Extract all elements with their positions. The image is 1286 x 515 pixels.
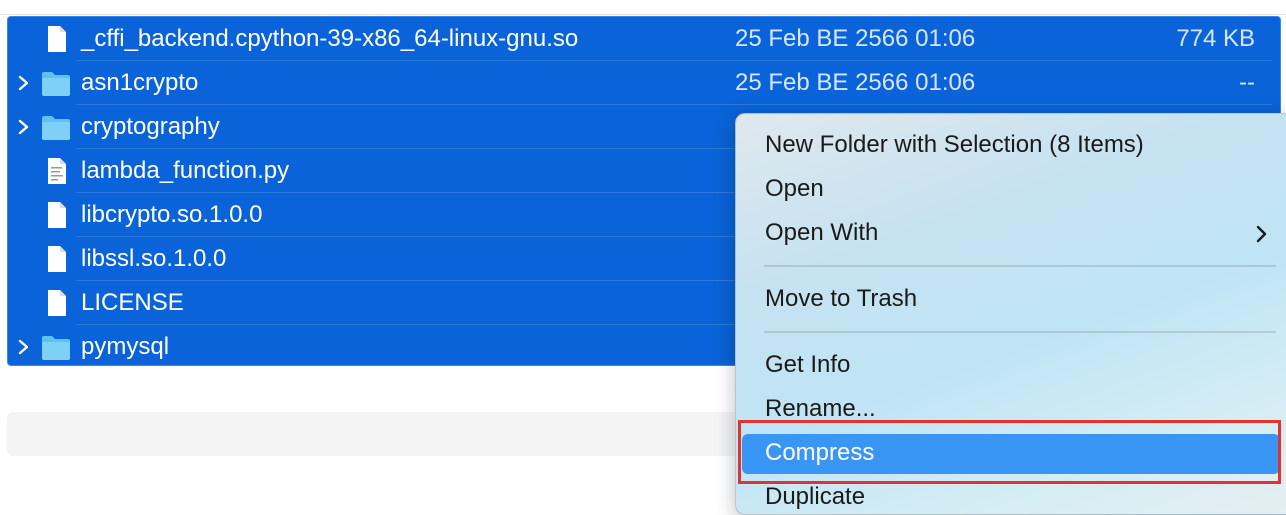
top-strip: [0, 0, 1286, 15]
disclosure-arrow-icon[interactable]: [16, 71, 32, 95]
folder-icon: [42, 72, 70, 96]
document-icon: [48, 290, 66, 316]
folder-name: asn1crypto: [81, 69, 199, 96]
folder-name: cryptography: [81, 113, 220, 140]
date-modified: 25 Feb BE 2566 01:06: [735, 25, 976, 52]
document-icon: [48, 202, 66, 228]
menu-item-label: Get Info: [765, 351, 851, 378]
file-name: libssl.so.1.0.0: [81, 245, 227, 272]
path-bar: [7, 412, 767, 456]
date-modified: 25 Feb BE 2566 01:06: [735, 69, 976, 96]
document-icon: [48, 26, 66, 52]
folder-row-asn1crypto[interactable]: asn1crypto 25 Feb BE 2566 01:06 --: [8, 61, 1280, 105]
file-name: lambda_function.py: [81, 157, 290, 184]
file-name: _cffi_backend.cpython-39-x86_64-linux-gn…: [81, 25, 579, 52]
menu-item-open[interactable]: Open: [742, 170, 1280, 210]
file-row-cffi-backend[interactable]: _cffi_backend.cpython-39-x86_64-linux-gn…: [8, 17, 1280, 61]
menu-item-move-to-trash[interactable]: Move to Trash: [742, 280, 1280, 320]
menu-separator: [764, 265, 1276, 267]
file-size: 774 KB: [1176, 25, 1255, 52]
menu-item-label: Duplicate: [765, 483, 866, 510]
menu-item-get-info[interactable]: Get Info: [742, 346, 1280, 386]
chevron-right-icon: [1256, 225, 1267, 243]
menu-item-label: Open: [765, 175, 824, 202]
file-name: libcrypto.so.1.0.0: [81, 201, 263, 228]
menu-item-label: Open With: [765, 219, 879, 246]
document-icon: [48, 246, 66, 272]
folder-name: pymysql: [81, 333, 170, 360]
disclosure-arrow-icon[interactable]: [16, 335, 32, 359]
folder-icon: [42, 116, 70, 140]
file-size: --: [1239, 69, 1255, 96]
file-name: LICENSE: [81, 289, 184, 316]
disclosure-arrow-icon[interactable]: [16, 115, 32, 139]
menu-item-label: Move to Trash: [765, 285, 918, 312]
python-script-icon: [48, 158, 66, 184]
folder-icon: [42, 336, 70, 360]
menu-item-open-with[interactable]: Open With: [742, 214, 1280, 254]
annotation-highlight-box: [738, 420, 1281, 484]
menu-separator: [764, 331, 1276, 333]
menu-item-new-folder-with-selection[interactable]: New Folder with Selection (8 Items): [742, 126, 1280, 166]
menu-item-label: New Folder with Selection (8 Items): [765, 131, 1144, 158]
menu-item-label: Rename...: [765, 395, 876, 422]
